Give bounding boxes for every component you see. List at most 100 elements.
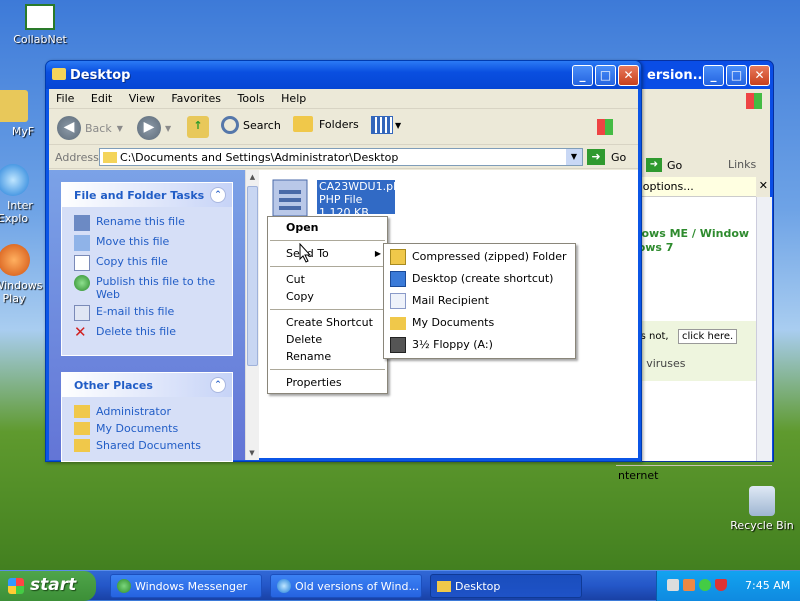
task-publish[interactable]: Publish this file to the Web: [62, 273, 232, 303]
sendto-desktop[interactable]: Desktop (create shortcut): [384, 268, 575, 290]
places-panel-header[interactable]: Other Places ⌃: [62, 373, 232, 397]
taskbar-item-desktop[interactable]: Desktop: [430, 574, 582, 598]
clock[interactable]: 7:45 AM: [745, 579, 790, 592]
task-rename[interactable]: Rename this file: [62, 213, 232, 233]
task-delete[interactable]: ✕ Delete this file: [62, 323, 232, 343]
menu-separator: [270, 266, 385, 267]
sendto-my-documents[interactable]: My Documents: [384, 312, 575, 334]
task-copy[interactable]: Copy this file: [62, 253, 232, 273]
infobar-close-icon[interactable]: ✕: [759, 179, 768, 192]
go-button[interactable]: ➜ Go: [587, 149, 626, 165]
go-arrow-icon: ➜: [587, 149, 605, 165]
menu-separator: [270, 240, 385, 241]
menu-bar: File Edit View Favorites Tools Help: [49, 89, 638, 135]
desktop-icon-collabnet[interactable]: CollabNet: [0, 4, 80, 46]
folder-icon: [390, 317, 406, 330]
tasks-panel-header[interactable]: File and Folder Tasks ⌃: [62, 183, 232, 207]
menu-item-properties[interactable]: Properties: [268, 374, 387, 391]
back-dropdown-icon[interactable]: ▼: [117, 124, 123, 133]
place-my-documents[interactable]: My Documents: [62, 420, 232, 437]
ie-icon: [277, 579, 291, 593]
folder-icon: [74, 405, 90, 418]
php-file-icon[interactable]: [271, 178, 311, 221]
tray-network-icon[interactable]: [667, 579, 679, 591]
views-button[interactable]: ▼: [371, 116, 401, 134]
folder-icon: [103, 152, 117, 163]
sendto-zip-folder[interactable]: Compressed (zipped) Folder: [384, 246, 575, 268]
taskbar-item-messenger[interactable]: Windows Messenger: [110, 574, 262, 598]
menu-file[interactable]: File: [56, 92, 74, 105]
php-file-icon-graphic: [272, 179, 308, 217]
recycle-bin-icon: [749, 486, 775, 516]
tray-shield-icon[interactable]: [715, 579, 727, 591]
bg-go-button[interactable]: ➜ Go: [646, 157, 690, 173]
desktop-icon-ie[interactable]: Inter Explo: [0, 164, 44, 225]
window-title: Desktop: [70, 68, 131, 83]
bg-close-button[interactable]: ✕: [749, 65, 770, 86]
windows-logo-icon: [8, 578, 24, 594]
menu-edit[interactable]: Edit: [91, 92, 112, 105]
menu-item-copy[interactable]: Copy: [268, 288, 387, 305]
task-email[interactable]: E-mail this file: [62, 303, 232, 323]
place-shared-documents[interactable]: Shared Documents: [62, 437, 232, 454]
file-type: PHP File: [319, 193, 363, 206]
menu-item-send-to[interactable]: Send To▶: [268, 245, 387, 262]
menu-item-rename[interactable]: Rename: [268, 348, 387, 365]
desktop-icon-my-folder[interactable]: MyF: [0, 90, 42, 138]
folder-icon: [52, 68, 66, 80]
maximize-button[interactable]: □: [595, 65, 616, 86]
sendto-mail[interactable]: Mail Recipient: [384, 290, 575, 312]
menu-view[interactable]: View: [129, 92, 155, 105]
menu-item-delete[interactable]: Delete: [268, 331, 387, 348]
desktop-icon-recycle-bin[interactable]: Recycle Bin: [722, 486, 800, 532]
forward-button[interactable]: ▶ ▼: [137, 116, 171, 140]
collapse-icon[interactable]: ⌃: [210, 187, 226, 203]
search-icon: [221, 116, 239, 134]
file-label[interactable]: CA23WDU1.php PHP File 1,120 KB: [317, 180, 407, 214]
menu-favorites[interactable]: Favorites: [171, 92, 221, 105]
bg-scrollbar[interactable]: [756, 197, 772, 461]
address-dropdown-button[interactable]: ▼: [566, 149, 582, 165]
file-size: 1,120 KB: [319, 206, 369, 214]
menu-tools[interactable]: Tools: [238, 92, 265, 105]
menu-item-create-shortcut[interactable]: Create Shortcut: [268, 314, 387, 331]
minimize-button[interactable]: _: [572, 65, 593, 86]
start-button[interactable]: start: [0, 571, 96, 601]
other-places-panel: Other Places ⌃ Administrator My Documents…: [61, 372, 233, 462]
send-to-submenu: Compressed (zipped) Folder Desktop (crea…: [383, 243, 576, 359]
views-dropdown-icon: ▼: [395, 120, 402, 130]
task-move[interactable]: Move this file: [62, 233, 232, 253]
bg-text-4[interactable]: click here.: [678, 329, 738, 344]
tray-messenger-icon[interactable]: [699, 579, 711, 591]
back-button[interactable]: ◀ Back ▼: [57, 116, 123, 140]
bg-maximize-button[interactable]: □: [726, 65, 747, 86]
desktop-icon: [390, 271, 406, 287]
scroll-down-arrow[interactable]: ▼: [246, 446, 258, 460]
folder-icon: [437, 581, 451, 592]
folders-button[interactable]: Folders: [293, 116, 359, 132]
place-administrator[interactable]: Administrator: [62, 403, 232, 420]
menu-item-cut[interactable]: Cut: [268, 271, 387, 288]
collapse-icon[interactable]: ⌃: [210, 377, 226, 393]
scroll-thumb[interactable]: [247, 186, 258, 366]
bg-minimize-button[interactable]: _: [703, 65, 724, 86]
forward-dropdown-icon[interactable]: ▼: [165, 124, 171, 133]
taskbar-item-browser[interactable]: Old versions of Wind...: [270, 574, 422, 598]
up-button[interactable]: ↑: [187, 116, 209, 138]
task-pane-scrollbar[interactable]: ▲ ▼: [245, 170, 259, 460]
submenu-arrow-icon: ▶: [374, 249, 381, 258]
rename-icon: [74, 215, 90, 231]
my-folder-icon: [0, 90, 28, 122]
up-folder-icon: ↑: [187, 116, 209, 138]
desktop-icon-media-player[interactable]: Windows Play: [0, 244, 46, 305]
close-button[interactable]: ✕: [618, 65, 639, 86]
menu-item-open[interactable]: Open: [268, 219, 387, 236]
search-button[interactable]: Search: [221, 116, 281, 134]
tray-security-icon[interactable]: [683, 579, 695, 591]
bg-links-label[interactable]: Links: [728, 158, 756, 171]
scroll-up-arrow[interactable]: ▲: [246, 170, 259, 184]
window-titlebar[interactable]: Desktop: [46, 61, 641, 89]
menu-help[interactable]: Help: [281, 92, 306, 105]
address-field[interactable]: C:\Documents and Settings\Administrator\…: [99, 148, 583, 166]
sendto-floppy[interactable]: 3½ Floppy (A:): [384, 334, 575, 356]
